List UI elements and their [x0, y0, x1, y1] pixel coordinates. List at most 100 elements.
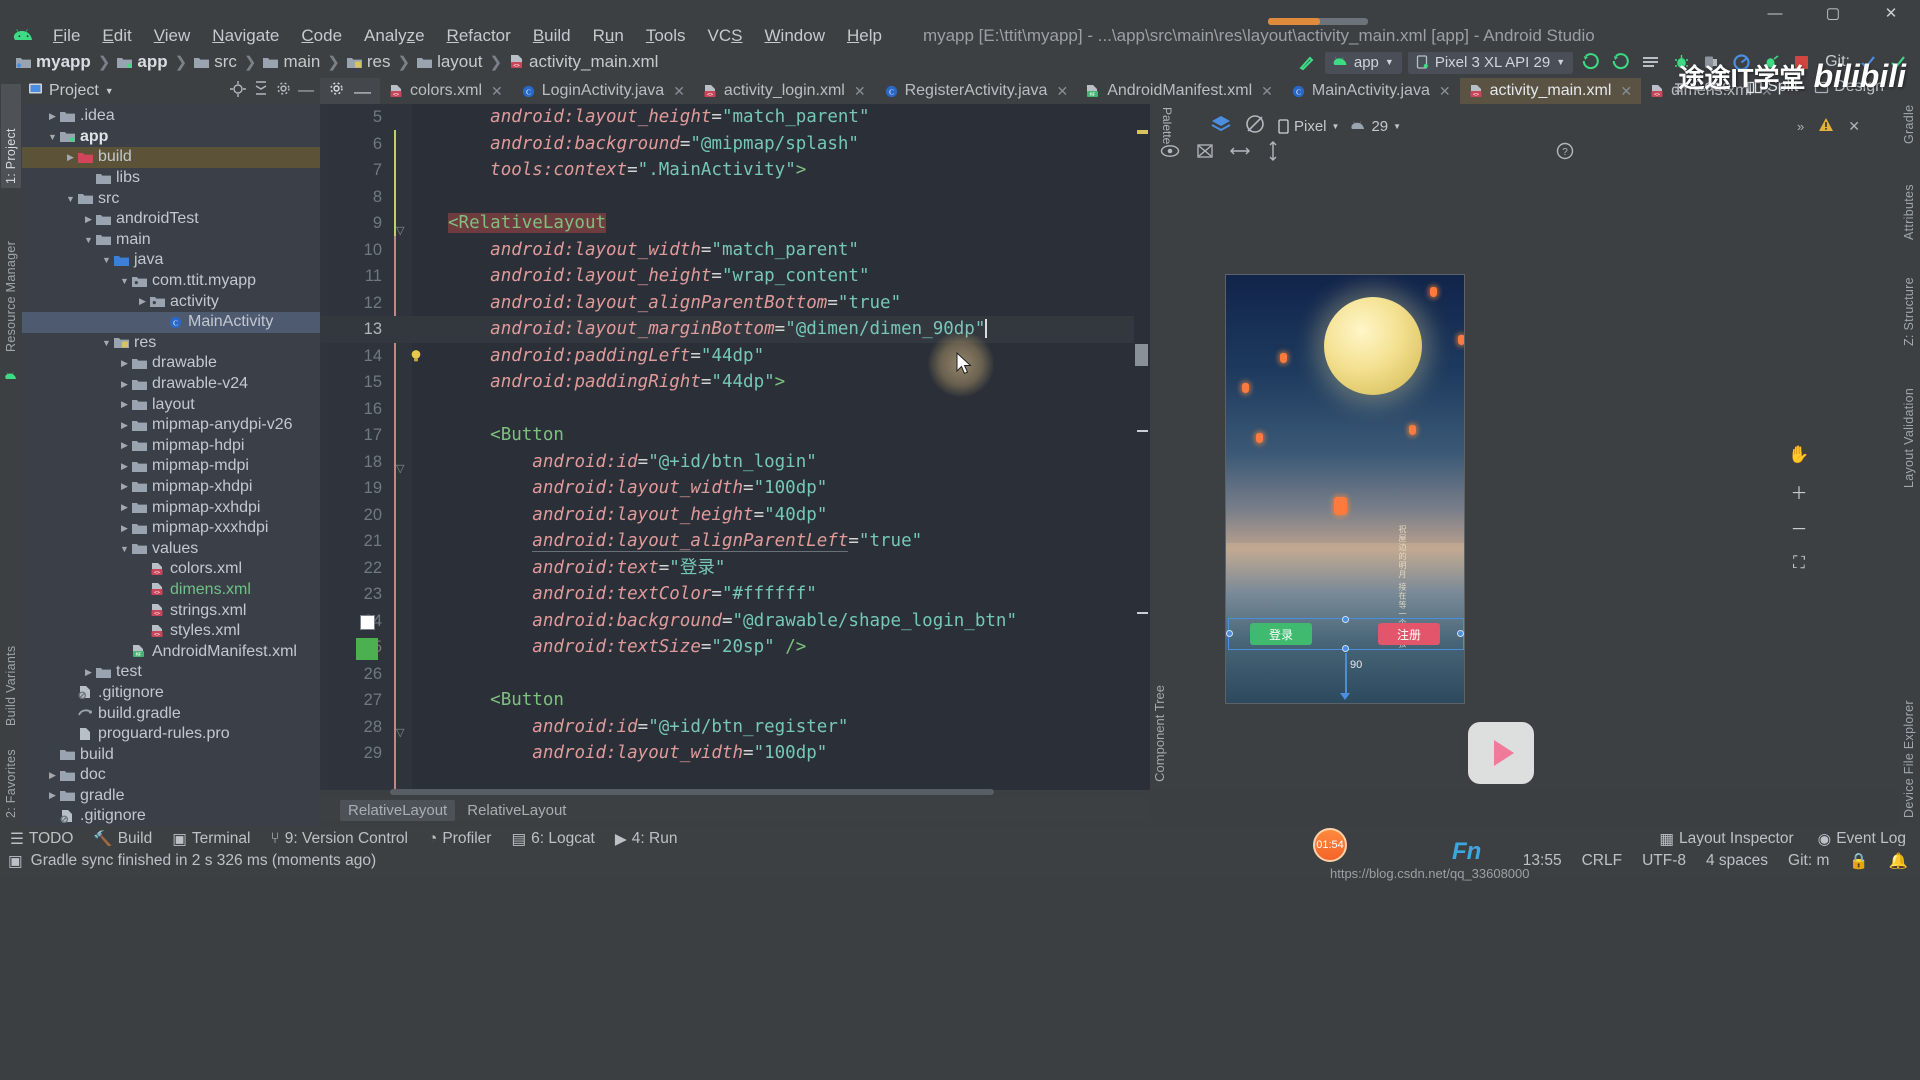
- device-render[interactable]: 祝屋边的明月 接在等一个患 孩 登录 注册 90: [1225, 274, 1465, 704]
- rail-tab-layout-validation[interactable]: Layout Validation: [1899, 358, 1919, 492]
- code-line[interactable]: 12 android:layout_alignParentBottom="tru…: [320, 290, 1150, 317]
- tree-row[interactable]: ▶ drawable-v24: [22, 374, 320, 395]
- status-line-separator[interactable]: CRLF: [1582, 852, 1622, 870]
- video-play-button[interactable]: [1468, 722, 1534, 784]
- tree-row[interactable]: ▶ mipmap-xxxhdpi: [22, 518, 320, 539]
- rail-tab-project[interactable]: 1: Project: [1, 84, 21, 188]
- horizontal-constraint-icon[interactable]: [1230, 143, 1250, 163]
- color-swatch-green[interactable]: [356, 638, 378, 660]
- code-line[interactable]: 21 android:layout_alignParentLeft="true": [320, 528, 1150, 555]
- code-line[interactable]: 13 android:layout_marginBottom="@dimen/d…: [320, 316, 1150, 343]
- warning-icon[interactable]: [1818, 117, 1834, 136]
- rail-tab-resource-manager[interactable]: Resource Manager: [1, 196, 21, 356]
- code-line[interactable]: 16: [320, 396, 1150, 423]
- blueprint-toggle-icon[interactable]: [1196, 143, 1214, 164]
- orientation-icon[interactable]: [1244, 114, 1266, 138]
- code-line[interactable]: 28 android:id="@+id/btn_register": [320, 714, 1150, 741]
- chevron-right-icon[interactable]: ▶: [118, 379, 131, 390]
- fold-marker-27[interactable]: ▽: [396, 726, 404, 739]
- help-icon[interactable]: ?: [1556, 142, 1574, 165]
- code-line[interactable]: 8: [320, 184, 1150, 211]
- breadcrumb-item-6[interactable]: activity_main.xml: [529, 52, 658, 72]
- editor-tab[interactable]: MF AndroidManifest.xml ✕: [1077, 78, 1282, 104]
- tree-row[interactable]: ▶ mipmap-xxhdpi: [22, 497, 320, 518]
- selection-handle[interactable]: [1342, 645, 1349, 652]
- menu-code[interactable]: Code: [290, 23, 353, 49]
- eye-icon[interactable]: [1160, 143, 1180, 163]
- code-breadcrumb-item-1[interactable]: RelativeLayout: [459, 800, 574, 821]
- chevron-right-icon[interactable]: ▶: [118, 358, 131, 369]
- tree-row[interactable]: ▼ app: [22, 127, 320, 148]
- marker-caret[interactable]: [1135, 344, 1148, 366]
- chevron-right-icon[interactable]: ▶: [118, 481, 131, 492]
- code-line[interactable]: 18 android:id="@+id/btn_login": [320, 449, 1150, 476]
- status-toggle-icon[interactable]: ▣: [8, 852, 23, 871]
- menu-file[interactable]: File: [42, 23, 91, 49]
- zoom-out-icon[interactable]: －: [1788, 516, 1810, 539]
- editor-marker-bar[interactable]: [1134, 104, 1150, 790]
- design-preview-panel[interactable]: Code Split Design Palette Pixel ▼ 29 ▼ »…: [1150, 78, 1898, 790]
- tree-row[interactable]: build: [22, 744, 320, 765]
- editor-tab[interactable]: C LoginActivity.java ✕: [512, 78, 694, 104]
- tree-row[interactable]: ▶ mipmap-xhdpi: [22, 477, 320, 498]
- chevron-right-icon[interactable]: ▶: [118, 461, 131, 472]
- code-line[interactable]: 17 <Button: [320, 422, 1150, 449]
- project-tree[interactable]: ▶ .idea ▼ app ▶ build libs ▼ src ▶ androidTest ▼ mai…: [22, 104, 320, 830]
- chevron-right-icon[interactable]: ▶: [46, 790, 59, 801]
- breadcrumb-item-3[interactable]: main: [283, 52, 320, 72]
- tree-row[interactable]: proguard-rules.pro: [22, 724, 320, 745]
- code-line[interactable]: 25 android:textSize="20sp" />: [320, 634, 1150, 661]
- overflow-chevrons-icon[interactable]: »: [1797, 119, 1804, 134]
- close-tab-icon[interactable]: ✕: [491, 83, 503, 100]
- tree-row[interactable]: ▶ mipmap-mdpi: [22, 456, 320, 477]
- fold-marker-17[interactable]: ▽: [396, 462, 404, 475]
- marker-line[interactable]: [1137, 612, 1148, 614]
- layers-icon[interactable]: [1210, 114, 1232, 138]
- code-line[interactable]: 11 android:layout_height="wrap_content": [320, 263, 1150, 290]
- settings-gear-icon[interactable]: [329, 81, 344, 101]
- rail-tab-structure[interactable]: Z: Structure: [1899, 250, 1919, 350]
- tree-row[interactable]: ▼ main: [22, 230, 320, 251]
- tree-row[interactable]: ▼ src: [22, 188, 320, 209]
- tree-row[interactable]: build.gradle: [22, 703, 320, 724]
- tree-row[interactable]: ▶ activity: [22, 291, 320, 312]
- chevron-down-icon[interactable]: ▼: [100, 338, 113, 348]
- locate-icon[interactable]: [230, 80, 246, 102]
- device-selector[interactable]: Pixel 3 XL API 29 ▼: [1407, 50, 1574, 74]
- chevron-right-icon[interactable]: ▶: [82, 667, 95, 678]
- tree-row[interactable]: <> dimens.xml: [22, 580, 320, 601]
- hide-panel-icon[interactable]: —: [298, 83, 314, 99]
- chevron-down-icon[interactable]: ▼: [100, 255, 113, 265]
- chevron-right-icon[interactable]: ▶: [46, 111, 59, 122]
- minimize-panel-icon[interactable]: —: [354, 83, 371, 100]
- close-tab-icon[interactable]: ✕: [1261, 83, 1273, 100]
- close-tab-icon[interactable]: ✕: [1056, 83, 1068, 100]
- tree-row[interactable]: MF AndroidManifest.xml: [22, 641, 320, 662]
- tree-row[interactable]: ▶ .idea: [22, 106, 320, 127]
- breadcrumb-item-2[interactable]: src: [214, 52, 237, 72]
- color-swatch-white[interactable]: [360, 615, 375, 630]
- selection-handle[interactable]: [1457, 630, 1464, 637]
- settings-gear-icon[interactable]: [276, 81, 291, 101]
- code-line[interactable]: 22 android:text="登录": [320, 555, 1150, 582]
- tree-row[interactable]: ▶ gradle: [22, 786, 320, 807]
- tree-row[interactable]: ▶ mipmap-anydpi-v26: [22, 415, 320, 436]
- tree-row[interactable]: <> styles.xml: [22, 621, 320, 642]
- chevron-down-icon[interactable]: ▼: [118, 276, 131, 286]
- chevron-right-icon[interactable]: ▶: [118, 523, 131, 534]
- code-line[interactable]: 20 android:layout_height="40dp": [320, 502, 1150, 529]
- rail-tab-device-file-explorer[interactable]: Device File Explorer: [1899, 662, 1919, 822]
- selection-handle[interactable]: [1226, 630, 1233, 637]
- rail-tab-attributes[interactable]: Attributes: [1899, 156, 1919, 244]
- close-tab-icon[interactable]: ✕: [1620, 83, 1632, 100]
- tree-row[interactable]: ▼ res: [22, 333, 320, 354]
- code-line[interactable]: 27 <Button: [320, 687, 1150, 714]
- code-lines[interactable]: 5 android:layout_height="match_parent" 6 …: [320, 104, 1150, 790]
- tree-row[interactable]: ▶ mipmap-hdpi: [22, 436, 320, 457]
- code-breadcrumb-item-0[interactable]: RelativeLayout: [340, 799, 456, 821]
- code-line[interactable]: 14 android:paddingLeft="44dp": [320, 343, 1150, 370]
- chevron-right-icon[interactable]: ▶: [118, 440, 131, 451]
- collapse-all-icon[interactable]: [253, 80, 269, 102]
- tree-row[interactable]: ▶ drawable: [22, 353, 320, 374]
- menu-run[interactable]: Run: [582, 23, 635, 49]
